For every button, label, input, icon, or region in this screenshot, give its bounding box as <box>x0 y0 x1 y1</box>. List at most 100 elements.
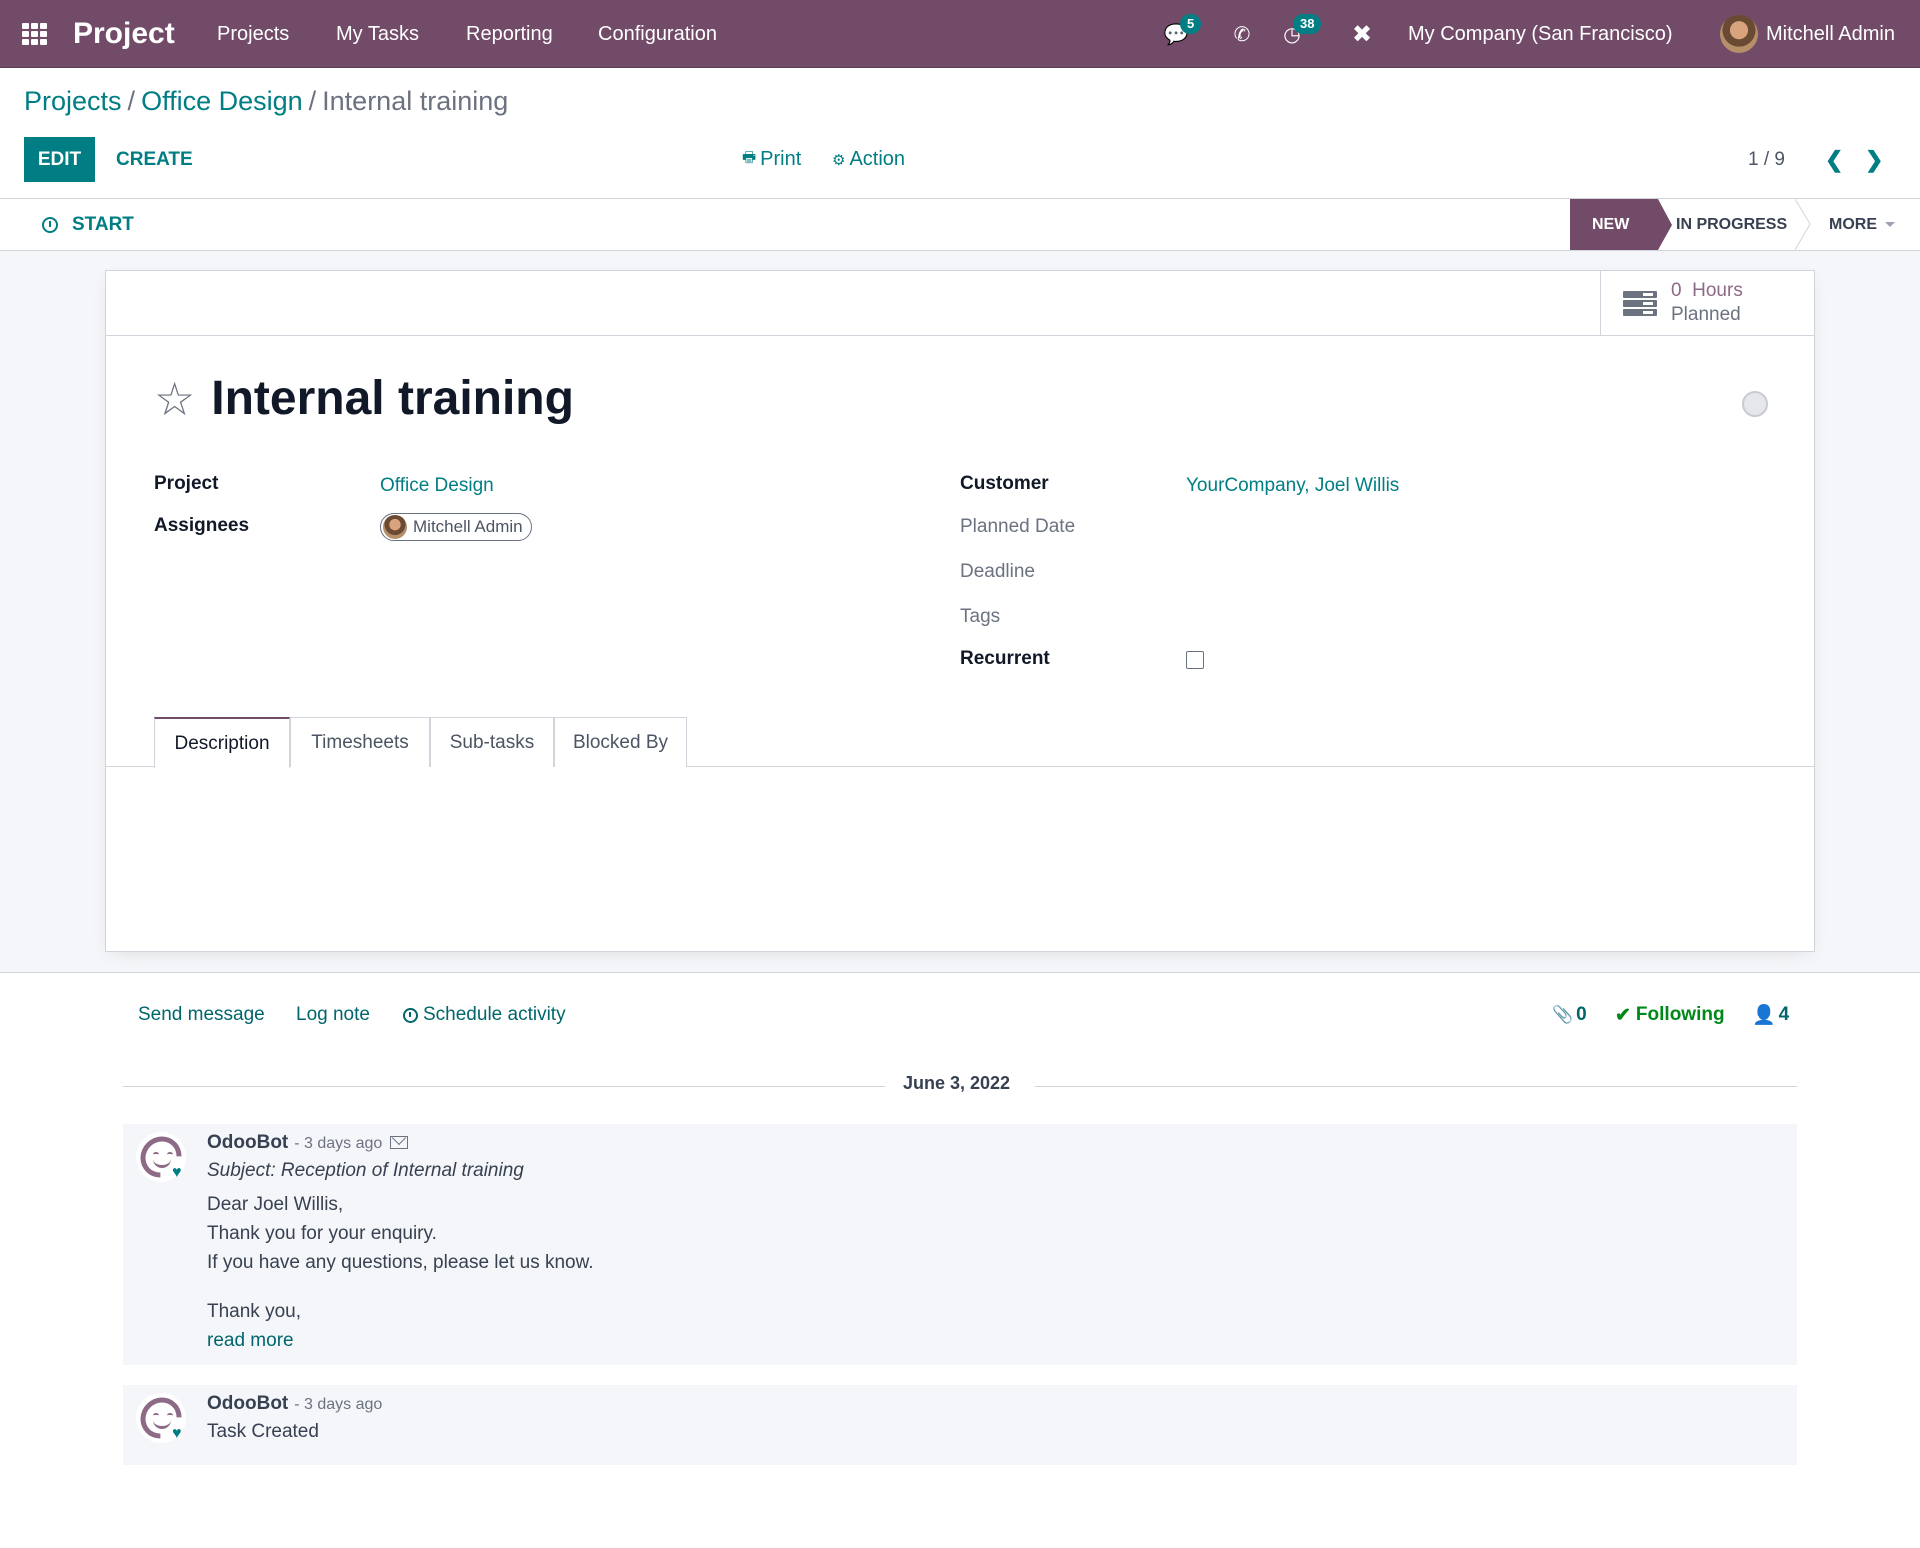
tools-icon: ✖ <box>1351 20 1373 48</box>
following-button[interactable]: ✔ Following <box>1615 1000 1725 1030</box>
chevron-right-icon: ❯ <box>1865 146 1884 172</box>
tab-sub-tasks[interactable]: Sub-tasks <box>430 717 554 767</box>
top-navbar: Project Projects My Tasks Reporting Conf… <box>0 0 1920 68</box>
notebook-tabs: Description Timesheets Sub-tasks Blocked… <box>106 717 1814 768</box>
stage-more-dropdown[interactable]: MORE <box>1829 199 1895 250</box>
breadcrumb-projects[interactable]: Projects <box>24 86 122 116</box>
message-author-line: OdooBot - 3 days ago <box>207 1393 382 1415</box>
pager-previous-button[interactable]: ❮ <box>1825 137 1843 182</box>
message-body-line: Thank you, <box>207 1301 301 1322</box>
planned-hours-unit: Hours <box>1692 280 1743 301</box>
project-label: Project <box>154 473 219 494</box>
send-message-button[interactable]: Send message <box>138 1000 265 1030</box>
print-label: Print <box>760 148 802 170</box>
star-icon[interactable]: ☆ <box>154 376 195 422</box>
clock-icon <box>42 216 58 233</box>
check-icon: ✔ <box>1615 1004 1631 1026</box>
messages-button[interactable]: 💬 <box>1160 0 1192 68</box>
activities-badge: 38 <box>1293 14 1322 34</box>
create-button[interactable]: CREATE <box>116 137 193 182</box>
message-body-line: Task Created <box>207 1421 319 1442</box>
message-body-line: If you have any questions, please let us… <box>207 1252 594 1273</box>
pager-value[interactable]: 1 / 9 <box>1748 137 1785 182</box>
project-value[interactable]: Office Design <box>380 475 494 497</box>
message-item: ♥ OdooBot - 3 days ago Task Created <box>123 1385 1797 1465</box>
stage-separator-icon <box>1795 199 1811 250</box>
assignee-name: Mitchell Admin <box>413 517 523 536</box>
task-title: Internal training <box>211 372 574 425</box>
edit-button[interactable]: EDIT <box>24 137 95 182</box>
printer-icon: 🖶 <box>742 149 757 166</box>
kanban-state-indicator[interactable] <box>1742 391 1768 417</box>
deadline-label: Deadline <box>960 561 1035 582</box>
odoobot-avatar[interactable]: ♥ <box>132 1389 190 1447</box>
user-name: Mitchell Admin <box>1766 22 1895 45</box>
odoobot-avatar[interactable]: ♥ <box>132 1128 190 1186</box>
menu-my-tasks[interactable]: My Tasks <box>336 0 419 68</box>
log-note-button[interactable]: Log note <box>296 1000 370 1030</box>
recurrent-label: Recurrent <box>960 648 1050 669</box>
apps-menu-button[interactable] <box>22 0 52 68</box>
divider <box>123 1086 885 1087</box>
gear-icon: ⚙ <box>832 151 846 169</box>
tab-timesheets[interactable]: Timesheets <box>290 717 430 767</box>
tab-description[interactable]: Description <box>154 717 290 768</box>
tags-label: Tags <box>960 606 1001 627</box>
company-switcher[interactable]: My Company (San Francisco) <box>1408 0 1673 68</box>
followers-button[interactable]: 👤 4 <box>1752 1000 1789 1030</box>
schedule-activity-button[interactable]: Schedule activity <box>403 1000 566 1030</box>
start-label: START <box>72 213 134 235</box>
breadcrumb: Projects / Office Design / Internal training <box>24 86 508 117</box>
user-menu[interactable]: Mitchell Admin <box>1720 0 1895 68</box>
clock-icon <box>403 1007 418 1023</box>
print-button[interactable]: 🖶 Print <box>742 137 801 182</box>
message-item: ♥ OdooBot - 3 days ago Subject: Reception… <box>123 1124 1797 1365</box>
breadcrumb-current: Internal training <box>322 86 509 116</box>
envelope-icon <box>390 1136 409 1150</box>
breadcrumb-office-design[interactable]: Office Design <box>141 86 303 116</box>
breadcrumb-separator: / <box>127 86 136 116</box>
attachments-count: 0 <box>1576 1004 1587 1025</box>
paperclip-icon: 📎 <box>1552 1005 1574 1024</box>
button-box: 0 Hours Planned <box>106 271 1814 336</box>
message-body-line: Dear Joel Willis, <box>207 1194 344 1215</box>
assignee-avatar <box>383 515 407 539</box>
message-author[interactable]: OdooBot <box>207 1393 288 1414</box>
recurrent-checkbox[interactable] <box>1186 651 1204 669</box>
phone-button[interactable]: ✆ <box>1226 0 1258 68</box>
tab-blocked-by[interactable]: Blocked By <box>554 717 687 767</box>
stage-in-progress[interactable]: IN PROGRESS <box>1676 199 1787 250</box>
action-button[interactable]: ⚙ Action <box>832 137 905 182</box>
start-timer-button[interactable]: START <box>42 199 134 250</box>
attachments-button[interactable]: 📎 0 <box>1552 1000 1587 1030</box>
form-sheet: 0 Hours Planned ☆ Internal training Proj… <box>105 270 1815 952</box>
action-label: Action <box>849 148 906 170</box>
planned-date-label: Planned Date <box>960 516 1076 537</box>
date-separator: June 3, 2022 <box>123 1073 1797 1099</box>
message-body-line: Thank you for your enquiry. <box>207 1223 437 1244</box>
stage-new[interactable]: NEW <box>1570 199 1672 250</box>
statusbar: START NEW IN PROGRESS MORE <box>0 198 1920 251</box>
customer-value[interactable]: YourCompany, Joel Willis <box>1186 475 1399 497</box>
menu-reporting[interactable]: Reporting <box>466 0 553 68</box>
followers-count: 4 <box>1778 1004 1790 1025</box>
assignee-tag[interactable]: Mitchell Admin <box>380 513 532 541</box>
message-date: - 3 days ago <box>294 1135 383 1152</box>
customer-label: Customer <box>960 473 1049 494</box>
activities-button[interactable]: ◷ <box>1276 0 1308 68</box>
tasks-stack-icon <box>1623 290 1657 316</box>
apps-grid-icon <box>22 23 47 45</box>
read-more-link[interactable]: read more <box>207 1330 294 1352</box>
planned-hours-stat-button[interactable]: 0 Hours Planned <box>1600 271 1814 335</box>
message-author-line: OdooBot - 3 days ago <box>207 1132 409 1154</box>
caret-down-icon <box>1885 222 1895 227</box>
phone-icon: ✆ <box>1233 23 1251 46</box>
message-author[interactable]: OdooBot <box>207 1132 288 1153</box>
title-row: ☆ Internal training <box>154 371 574 426</box>
app-name[interactable]: Project <box>73 0 175 68</box>
debug-tools-button[interactable]: ✖ <box>1346 0 1378 68</box>
menu-configuration[interactable]: Configuration <box>598 0 717 68</box>
pager-next-button[interactable]: ❯ <box>1865 137 1883 182</box>
menu-projects[interactable]: Projects <box>217 0 289 68</box>
chevron-left-icon: ❮ <box>1825 146 1844 172</box>
